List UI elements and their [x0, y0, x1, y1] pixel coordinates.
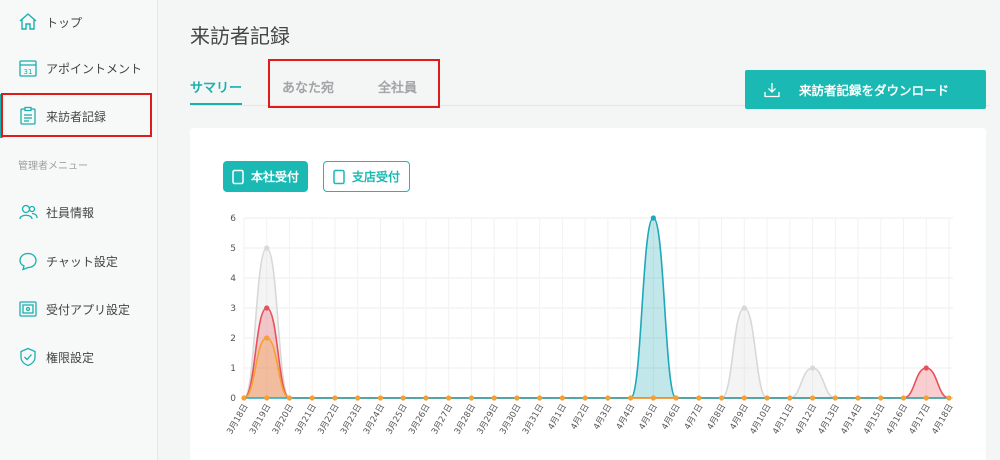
data-point-zero	[764, 395, 770, 401]
y-tick-label: 1	[230, 364, 236, 374]
x-tick-label: 3月30日	[498, 403, 523, 437]
data-point	[264, 335, 270, 341]
x-tick-label: 4月3日	[592, 403, 615, 432]
y-tick-label: 5	[230, 244, 236, 254]
x-tick-label: 4月2日	[569, 403, 592, 432]
chart-grid	[243, 217, 953, 399]
x-tick-label: 3月31日	[521, 403, 546, 437]
x-tick-label: 3月21日	[294, 403, 319, 437]
x-tick-label: 4月5日	[637, 403, 660, 432]
data-point-zero	[264, 395, 270, 401]
data-point-zero	[559, 395, 565, 401]
x-tick-label: 3月23日	[339, 403, 364, 437]
data-point-zero	[491, 395, 497, 401]
x-tick-label: 3月18日	[225, 403, 250, 437]
x-tick-label: 4月12日	[794, 403, 819, 437]
data-point-zero	[377, 395, 384, 401]
series-line	[243, 247, 949, 399]
data-point-zero	[628, 395, 634, 401]
y-tick-label: 2	[230, 334, 236, 344]
visitor-chart: 0123456 3月18日3月19日3月20日3月21日3月22日3月23日3月…	[225, 214, 955, 436]
x-tick-label: 3月29日	[475, 402, 500, 436]
x-tick-label: 4月10日	[748, 403, 773, 437]
data-point-zero	[332, 395, 338, 401]
data-point-zero	[946, 395, 952, 401]
x-tick-label: 4月17日	[908, 403, 933, 437]
x-tick-label: 4月4日	[615, 403, 638, 432]
data-point-zero	[286, 395, 293, 401]
x-tick-label: 4月1日	[546, 403, 569, 432]
x-tick-label: 3月24日	[362, 403, 387, 437]
data-point-zero	[741, 395, 747, 401]
x-tick-label: 4月11日	[771, 403, 796, 437]
x-tick-label: 4月8日	[706, 403, 729, 432]
x-tick-label: 4月14日	[839, 403, 864, 437]
data-point-zero	[809, 395, 816, 401]
x-tick-label: 4月13日	[817, 403, 842, 437]
data-point-zero	[423, 395, 429, 401]
data-point-zero	[605, 395, 611, 401]
data-point-zero	[696, 395, 702, 401]
x-tick-label: 3月25日	[385, 403, 410, 437]
data-point-zero	[878, 395, 884, 401]
data-point-zero	[582, 395, 588, 401]
x-tick-label: 3月19日	[248, 403, 273, 437]
data-point-zero	[900, 395, 907, 401]
data-point-zero	[241, 395, 247, 401]
data-point	[923, 365, 929, 371]
data-point-zero	[718, 395, 725, 401]
data-point-zero	[446, 395, 452, 401]
x-tick-label: 4月15日	[862, 403, 887, 437]
x-tick-label: 3月28日	[453, 403, 478, 437]
data-point-zero	[650, 395, 656, 401]
data-point-zero	[537, 395, 543, 401]
data-point-zero	[468, 395, 475, 401]
x-axis-ticks: 3月18日3月19日3月20日3月21日3月22日3月23日3月24日3月25日…	[225, 402, 955, 436]
x-tick-label: 4月6日	[660, 403, 683, 432]
data-point-zero	[355, 395, 361, 401]
x-tick-label: 4月18日	[930, 403, 955, 437]
data-point-zero	[787, 395, 793, 401]
x-tick-label: 3月27日	[430, 403, 455, 437]
data-point-zero	[832, 395, 838, 401]
series-line	[243, 307, 950, 399]
x-tick-label: 4月7日	[683, 403, 706, 432]
x-tick-label: 3月22日	[316, 403, 341, 437]
data-point-zero	[855, 395, 861, 401]
x-tick-label: 4月16日	[885, 403, 910, 437]
y-tick-label: 0	[230, 394, 236, 404]
data-point-zero	[309, 395, 315, 401]
x-tick-label: 3月26日	[407, 403, 432, 437]
data-point	[264, 305, 270, 311]
data-point-zero	[923, 395, 929, 401]
y-tick-label: 3	[230, 304, 236, 314]
series-area	[244, 308, 949, 398]
x-tick-label: 3月20日	[271, 403, 296, 437]
series-area	[244, 248, 949, 398]
data-point	[741, 305, 747, 311]
y-axis-ticks: 0 1 2 3 4 5 6	[230, 214, 236, 404]
data-point	[650, 215, 656, 221]
data-point	[264, 245, 270, 251]
data-point-zero	[673, 395, 679, 401]
y-tick-label: 4	[230, 274, 236, 284]
data-point-zero	[400, 395, 406, 401]
data-point-zero	[514, 395, 520, 401]
y-tick-label: 6	[230, 214, 236, 224]
data-point	[809, 365, 816, 371]
x-tick-label: 4月9日	[728, 403, 751, 432]
